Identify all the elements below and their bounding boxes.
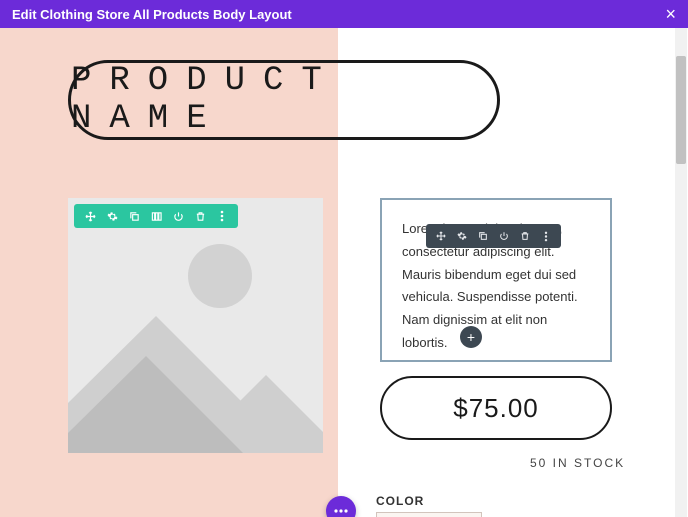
trash-icon[interactable]: [519, 230, 531, 242]
product-image-module[interactable]: [68, 198, 323, 453]
duplicate-icon[interactable]: [477, 230, 489, 242]
more-icon[interactable]: [540, 230, 552, 242]
close-icon[interactable]: ×: [665, 4, 676, 25]
add-module-button[interactable]: +: [460, 326, 482, 348]
page-settings-fab[interactable]: [326, 496, 356, 517]
product-description-module[interactable]: Lorem ipsum dolor sit amet, consectetur …: [380, 198, 612, 362]
product-price-text: $75.00: [453, 393, 539, 424]
color-attribute-label: COLOR: [376, 494, 424, 508]
editor-title: Edit Clothing Store All Products Body La…: [12, 7, 292, 22]
product-title-text: PRODUCT NAME: [71, 62, 497, 138]
columns-icon[interactable]: [150, 210, 162, 222]
duplicate-icon[interactable]: [128, 210, 140, 222]
gear-icon[interactable]: [456, 230, 468, 242]
color-select[interactable]: Choose an option: [376, 512, 482, 517]
image-placeholder-icon: [68, 198, 323, 453]
more-icon[interactable]: [216, 210, 228, 222]
move-icon[interactable]: [84, 210, 96, 222]
power-icon[interactable]: [172, 210, 184, 222]
editor-top-bar: Edit Clothing Store All Products Body La…: [0, 0, 688, 28]
power-icon[interactable]: [498, 230, 510, 242]
scrollbar-thumb[interactable]: [676, 56, 686, 164]
product-title-module[interactable]: PRODUCT NAME: [68, 60, 500, 140]
gear-icon[interactable]: [106, 210, 118, 222]
stock-text: 50 IN STOCK: [530, 456, 625, 470]
trash-icon[interactable]: [194, 210, 206, 222]
move-icon[interactable]: [435, 230, 447, 242]
text-module-toolbar: [426, 224, 561, 248]
product-price-module[interactable]: $75.00: [380, 376, 612, 440]
editor-canvas: PRODUCT NAME Lorem ipsum dolor sit amet,…: [0, 28, 688, 517]
image-module-toolbar: [74, 204, 238, 228]
